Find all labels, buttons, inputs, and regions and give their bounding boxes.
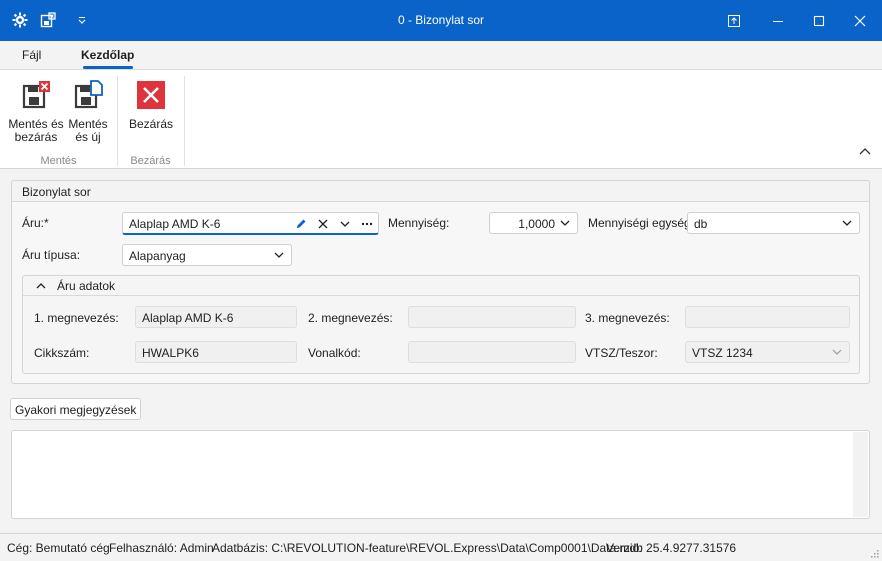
vtsz-select[interactable]: VTSZ 1234 (685, 341, 850, 363)
item-field[interactable]: Alaplap AMD K-6 (122, 212, 379, 235)
close-button[interactable]: Bezárás (126, 80, 176, 131)
ribbon-group-save-label: Mentés (40, 155, 77, 167)
ribbon-tabs: Fájl Kezdőlap (0, 41, 882, 70)
chevron-down-icon (842, 220, 852, 226)
status-company: Cég: Bemutató cég (7, 541, 110, 555)
tab-home[interactable]: Kezdőlap (81, 48, 134, 62)
ribbon-group-close-label: Bezárás (130, 155, 171, 167)
tab-file[interactable]: Fájl (22, 48, 41, 62)
title-bar: 0 - Bizonylat sor (0, 0, 882, 41)
chevron-up-icon[interactable] (36, 282, 46, 289)
vtsz-label: VTSZ/Teszor: (585, 346, 658, 360)
close-button-label: Bezárás (128, 117, 174, 131)
name2-field[interactable] (408, 306, 576, 328)
collapse-ribbon-icon[interactable] (858, 146, 872, 156)
status-database: Adatbázis: C:\REVOLUTION-feature\REVOL.E… (212, 541, 643, 555)
close-red-icon (137, 81, 165, 109)
item-details-header[interactable]: Áru adatok (23, 276, 859, 296)
notes-scrollbar[interactable] (853, 432, 868, 517)
minimize-button[interactable] (756, 0, 800, 41)
save-close-icon (22, 81, 50, 109)
ribbon-separator (117, 76, 118, 166)
panel-header: Bizonylat sor (12, 181, 869, 202)
quantity-field[interactable]: 1,0000 (489, 212, 578, 234)
chevron-down-icon[interactable] (560, 219, 570, 227)
item-details-title: Áru adatok (57, 279, 116, 293)
vtsz-value: VTSZ 1234 (692, 346, 753, 360)
name3-field[interactable] (685, 306, 850, 328)
name1-value: Alaplap AMD K-6 (142, 311, 234, 325)
quantity-value: 1,0000 (518, 217, 555, 231)
save-new-label-line2: és új (75, 130, 101, 144)
resize-grip-icon[interactable] (869, 548, 879, 558)
notes-textarea[interactable] (11, 430, 870, 519)
chevron-down-icon (274, 252, 284, 258)
name1-label: 1. megnevezés: (34, 311, 119, 325)
pin-window-button[interactable] (712, 0, 756, 41)
save-new-icon (74, 80, 103, 109)
frequent-notes-button[interactable]: Gyakori megjegyzések (10, 398, 142, 420)
item-value: Alaplap AMD K-6 (129, 217, 221, 231)
item-type-select[interactable]: Alapanyag (122, 244, 292, 266)
item-label: Áru:* (22, 216, 49, 230)
item-type-label: Áru típusa: (22, 248, 81, 262)
more-options-icon[interactable] (360, 217, 374, 231)
status-user: Felhasználó: Admin (109, 541, 214, 555)
document-line-panel: Bizonylat sor Áru:* Alaplap AMD K-6 Menn… (11, 180, 870, 384)
item-details-panel: Áru adatok 1. megnevezés: Alaplap AMD K-… (22, 275, 860, 374)
status-bar: Cég: Bemutató cég Felhasználó: Admin Ada… (0, 533, 882, 561)
active-tab-indicator (83, 66, 133, 69)
status-version: Verzió: 25.4.9277.31576 (606, 541, 737, 555)
unit-value: db (694, 217, 708, 231)
ribbon: Mentés és bezárás Mentés és új Mentés Be… (0, 70, 882, 169)
close-window-button[interactable] (838, 0, 882, 41)
barcode-label: Vonalkód: (308, 346, 361, 360)
chevron-down-icon (832, 349, 842, 355)
edit-icon[interactable] (294, 217, 308, 231)
ribbon-separator (184, 76, 185, 166)
panel-title: Bizonylat sor (22, 185, 91, 199)
item-type-value: Alapanyag (129, 249, 186, 263)
save-and-close-button[interactable]: Mentés és bezárás (8, 80, 64, 144)
unit-select[interactable]: db (687, 212, 860, 234)
sku-label: Cikkszám: (34, 346, 90, 360)
sku-value: HWALPK6 (142, 346, 199, 360)
name1-field[interactable]: Alaplap AMD K-6 (135, 306, 297, 328)
sku-field[interactable]: HWALPK6 (135, 341, 297, 363)
barcode-field[interactable] (408, 341, 576, 363)
maximize-button[interactable] (797, 0, 841, 41)
save-close-label-line2: bezárás (14, 130, 58, 144)
name3-label: 3. megnevezés: (585, 311, 670, 325)
name2-label: 2. megnevezés: (308, 311, 393, 325)
chevron-down-icon[interactable] (338, 217, 352, 231)
clear-icon[interactable] (316, 217, 330, 231)
unit-label: Mennyiségi egység: (588, 216, 695, 230)
save-and-new-button[interactable]: Mentés és új (66, 80, 110, 144)
quantity-label: Mennyiség: (388, 216, 450, 230)
